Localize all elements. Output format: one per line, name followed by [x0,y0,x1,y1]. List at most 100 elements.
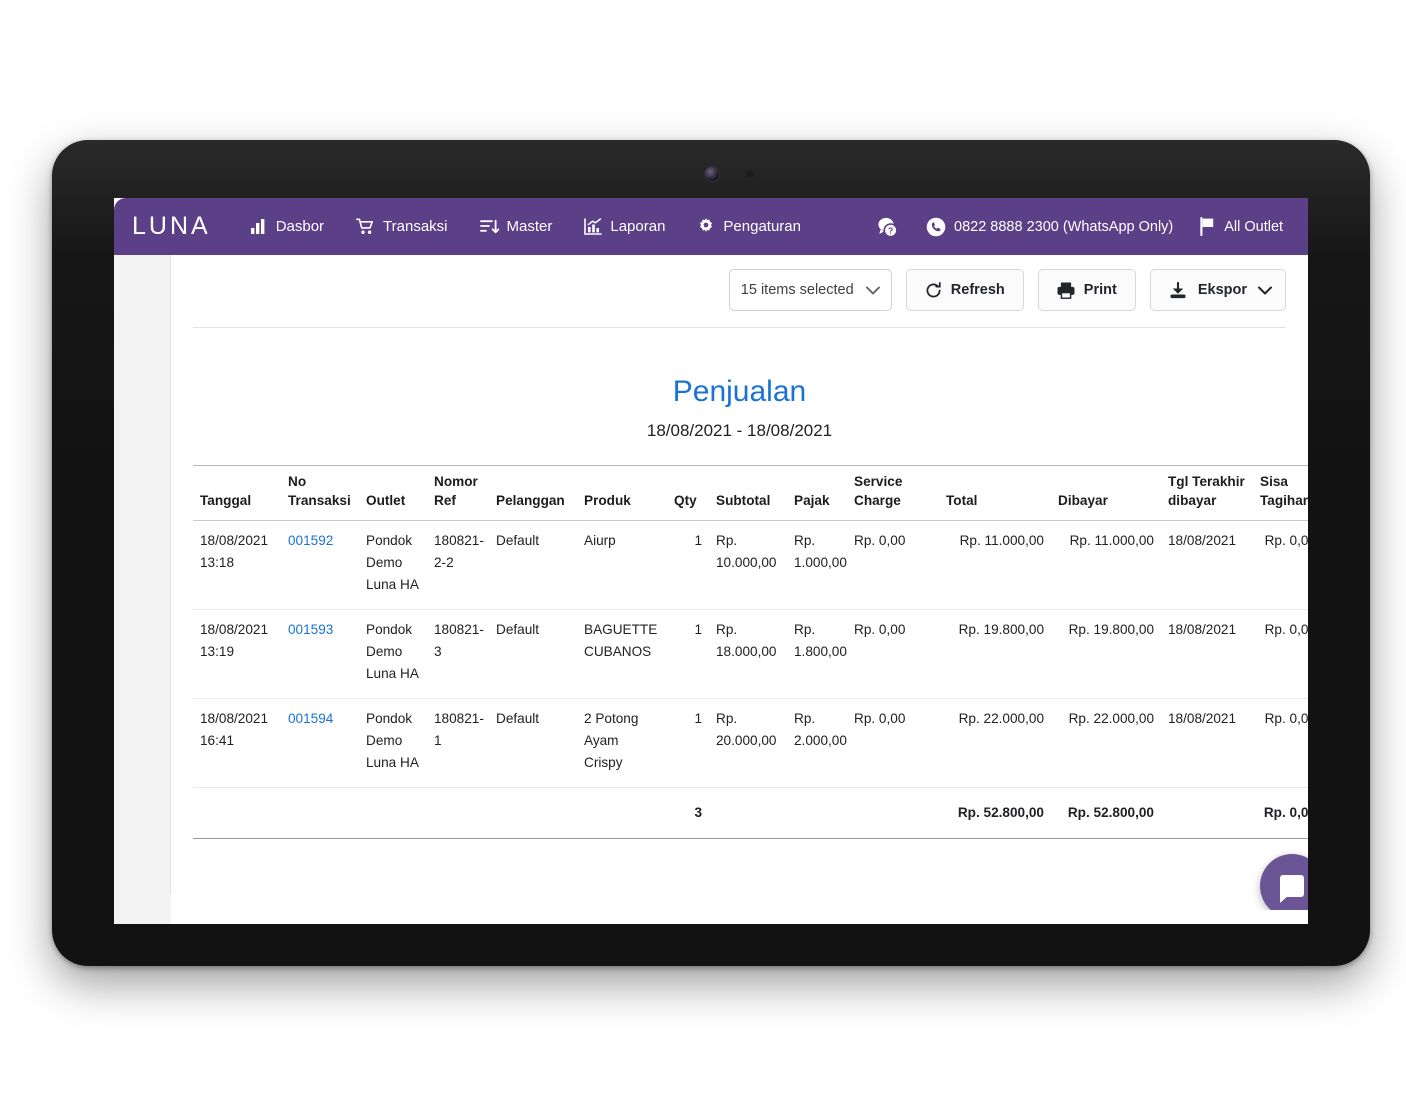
items-selected-value: 15 items selected [740,282,854,298]
cell-nomor-ref: 180821-2-2 [427,520,489,610]
ekspor-button[interactable]: Ekspor [1149,269,1286,311]
cell-service-charge: Rp. 0,00 [847,698,939,789]
cell-sisa-tagihan: Rp. 0,00 [1253,520,1308,610]
totals-blank [359,787,427,840]
totals-qty: 3 [667,787,709,840]
refresh-button[interactable]: Refresh [905,269,1024,311]
cell-no-transaksi[interactable]: 001592 [281,520,359,610]
user-menu[interactable]: demo_lunapos [1296,210,1308,244]
totals-total: Rp. 52.800,00 [939,787,1051,840]
col-tgl-terakhir-dibayar: Tgl Terakhir dibayar [1161,465,1253,521]
toolbar-divider [193,327,1286,328]
page-title: Penjualan [672,375,807,408]
sales-report-table: Tanggal No Transaksi Outlet Nomor Ref Pe… [193,465,1308,840]
transaction-link[interactable]: 001593 [288,622,333,637]
outlet-label: All Outlet [1224,218,1284,235]
items-selected-dropdown[interactable]: 15 items selected [728,269,892,311]
cell-tgl-terakhir-dibayar: 18/08/2021 [1161,520,1253,610]
table-row[interactable]: 18/08/2021 16:41 001594 Pondok Demo Luna… [193,698,1308,789]
navbar-right-group: ? 0822 8888 2300 (WhatsApp Only) All Out… [863,210,1308,244]
flag-icon [1199,217,1216,236]
table-header: Tanggal No Transaksi Outlet Nomor Ref Pe… [193,465,1308,521]
cell-subtotal: Rp. 20.000,00 [709,698,787,789]
cell-tanggal: 18/08/2021 13:18 [193,520,281,610]
table-row[interactable]: 18/08/2021 13:19 001593 Pondok Demo Luna… [193,609,1308,699]
col-nomor-ref: Nomor Ref [427,465,489,521]
refresh-icon [925,281,942,299]
nav-item-master[interactable]: Master [464,212,569,241]
cell-no-transaksi[interactable]: 001594 [281,698,359,789]
cell-produk: 2 Potong Ayam Crispy [577,698,667,789]
cell-pajak: Rp. 1.800,00 [787,609,847,699]
app-logo[interactable]: LUNA [132,212,211,241]
cell-tgl-terakhir-dibayar: 18/08/2021 [1161,698,1253,789]
screen-bottom-edge [228,910,1308,924]
phone-icon [926,217,946,237]
rail-bottom-corner [114,894,171,924]
cell-total: Rp. 11.000,00 [939,520,1051,610]
nav-item-dasbor[interactable]: Dasbor [235,212,340,241]
download-icon [1169,281,1187,299]
transaction-link[interactable]: 001594 [288,711,333,726]
cell-pelanggan: Default [489,520,577,610]
table-footer-totals: 3 Rp. 52.800,00 Rp. 52.800,00 Rp. 0,00 [193,787,1308,840]
nav-label: Pengaturan [723,218,801,235]
cell-pelanggan: Default [489,698,577,789]
cell-sisa-tagihan: Rp. 0,00 [1253,609,1308,699]
top-navbar: LUNA Dasbor Transaksi Master Laporan Pen… [114,198,1308,255]
transaction-link[interactable]: 001592 [288,533,333,548]
col-qty: Qty [667,465,709,521]
report-date-range: 18/08/2021 - 18/08/2021 [646,421,833,440]
col-service-charge: Service Charge [847,465,939,521]
help-chat-icon: ? [876,216,900,238]
printer-icon [1057,282,1075,299]
table-row[interactable]: 18/08/2021 13:18 001592 Pondok Demo Luna… [193,520,1308,610]
outlet-selector[interactable]: All Outlet [1186,211,1296,242]
col-dibayar: Dibayar [1051,465,1161,521]
cell-qty: 1 [667,520,709,610]
tablet-screen: LUNA Dasbor Transaksi Master Laporan Pen… [114,198,1308,924]
totals-row: 3 Rp. 52.800,00 Rp. 52.800,00 Rp. 0,00 [193,787,1308,840]
report-table-wrap: Tanggal No Transaksi Outlet Nomor Ref Pe… [171,465,1308,840]
totals-blank [281,787,359,840]
main-nav: Dasbor Transaksi Master Laporan Pengatur… [235,212,817,242]
left-sidebar-rail [114,255,171,924]
col-sisa-tagihan: Sisa Tagihan [1253,465,1308,521]
table-body: 18/08/2021 13:18 001592 Pondok Demo Luna… [193,520,1308,789]
cell-pelanggan: Default [489,609,577,699]
cell-pajak: Rp. 1.000,00 [787,520,847,610]
nav-item-laporan[interactable]: Laporan [568,212,681,241]
list-sort-icon [479,219,499,234]
cell-qty: 1 [667,698,709,789]
gear-icon [697,217,715,236]
cell-tgl-terakhir-dibayar: 18/08/2021 [1161,609,1253,699]
whatsapp-number: 0822 8888 2300 (WhatsApp Only) [954,218,1174,235]
nav-label: Dasbor [275,218,325,235]
nav-item-pengaturan[interactable]: Pengaturan [681,212,817,242]
totals-blank [427,787,489,840]
cell-dibayar: Rp. 11.000,00 [1051,520,1161,610]
totals-blank [787,787,847,840]
cell-service-charge: Rp. 0,00 [847,520,939,610]
cell-no-transaksi[interactable]: 001593 [281,609,359,699]
refresh-label: Refresh [950,282,1005,298]
col-tanggal: Tanggal [193,465,281,521]
cell-subtotal: Rp. 10.000,00 [709,520,787,610]
totals-blank [489,787,577,840]
nav-label: Laporan [610,218,666,235]
nav-item-transaksi[interactable]: Transaksi [340,212,463,241]
chevron-down-icon [1258,286,1272,295]
whatsapp-contact[interactable]: 0822 8888 2300 (WhatsApp Only) [913,211,1186,243]
print-button[interactable]: Print [1037,269,1136,311]
col-pelanggan: Pelanggan [489,465,577,521]
cell-dibayar: Rp. 19.800,00 [1051,609,1161,699]
help-button[interactable]: ? [863,210,913,244]
cell-pajak: Rp. 2.000,00 [787,698,847,789]
cell-produk: BAGUETTE CUBANOS [577,609,667,699]
cell-outlet: Pondok Demo Luna HA [359,698,427,789]
col-subtotal: Subtotal [709,465,787,521]
shopping-cart-icon [356,218,375,235]
bar-chart-icon [250,219,268,234]
cell-tanggal: 18/08/2021 13:19 [193,609,281,699]
cell-nomor-ref: 180821-3 [427,609,489,699]
